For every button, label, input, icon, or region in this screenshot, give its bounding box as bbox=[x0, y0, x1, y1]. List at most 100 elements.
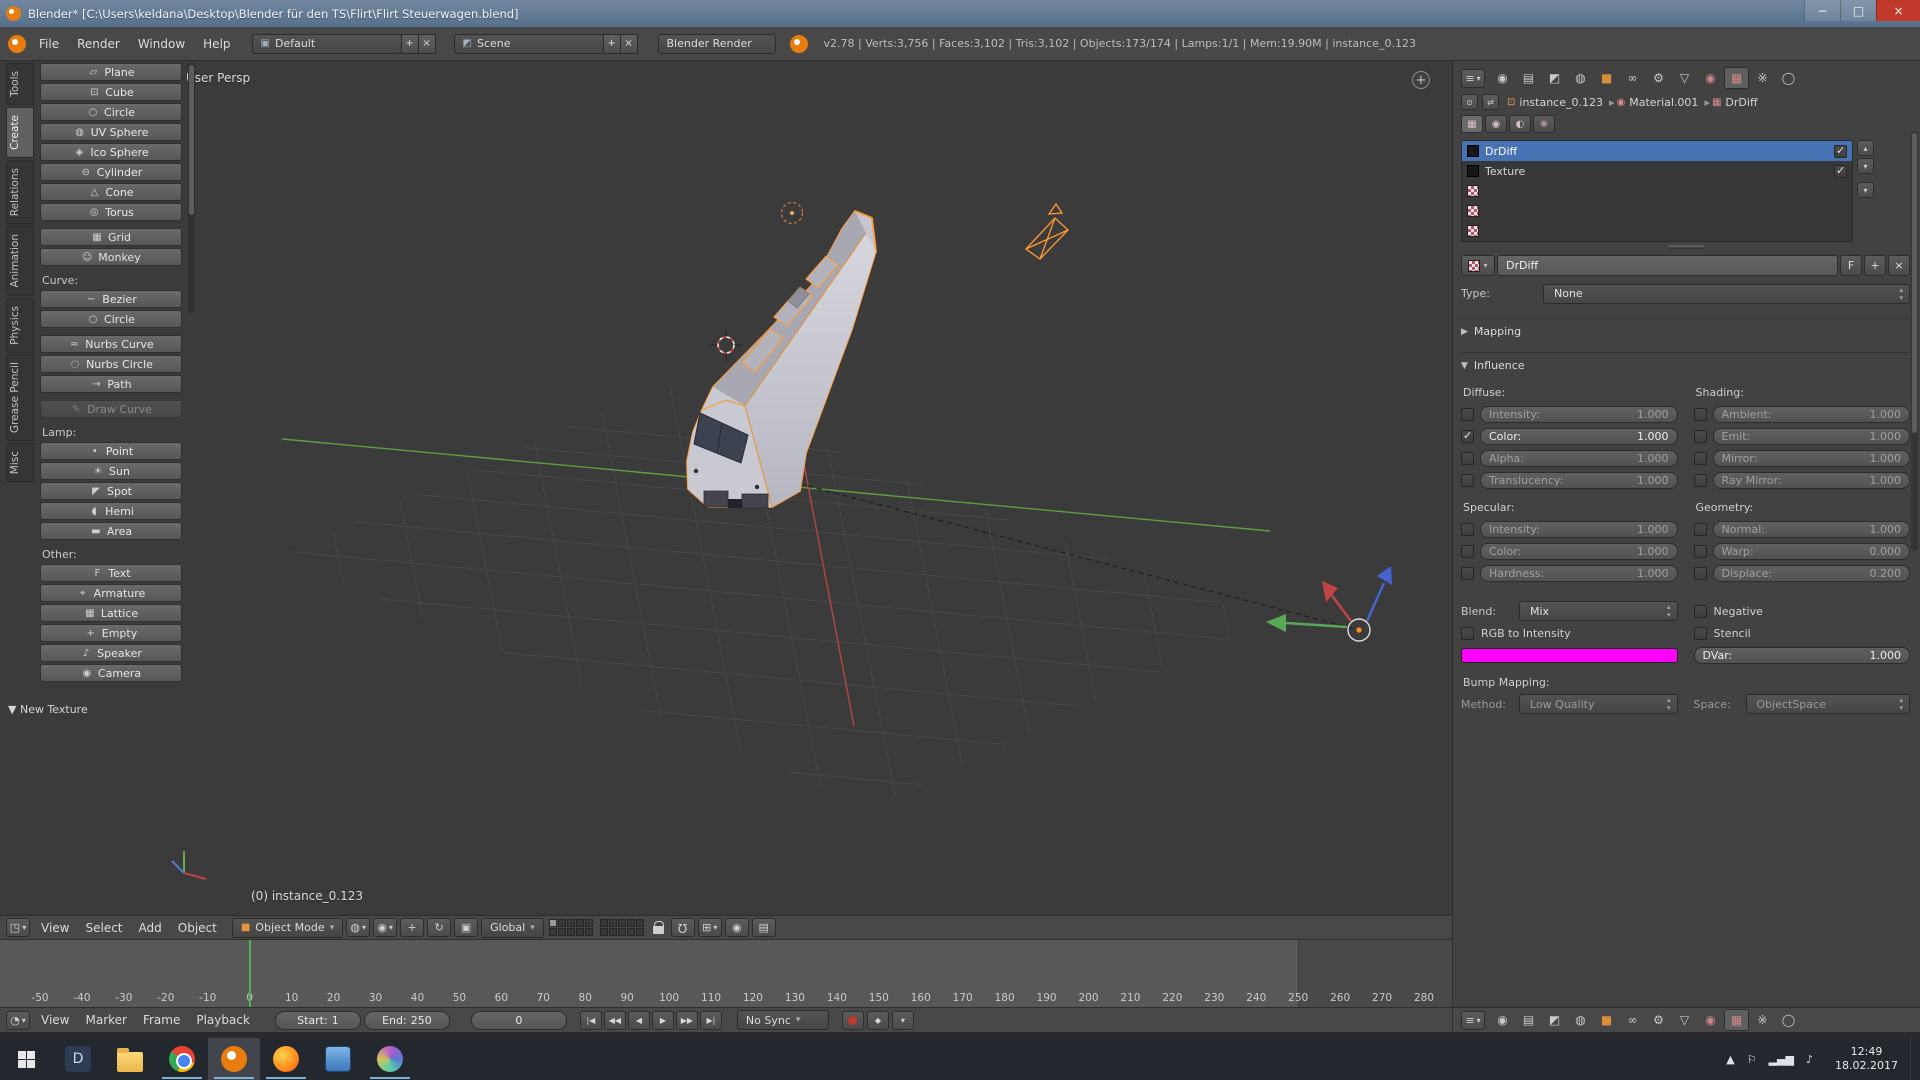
bump-space-dropdown[interactable]: ObjectSpace ▴▾ bbox=[1746, 694, 1911, 714]
camera-button[interactable]: ◉ Camera bbox=[40, 664, 182, 682]
influence-checkbox[interactable] bbox=[1694, 474, 1707, 487]
armature-button[interactable]: ⌖ Armature bbox=[40, 584, 182, 602]
taskbar-firefox-icon[interactable] bbox=[260, 1038, 312, 1080]
influence-slider[interactable]: Translucency:1.000 bbox=[1480, 472, 1678, 489]
view-menu[interactable]: View bbox=[33, 1013, 77, 1027]
uv-sphere-button[interactable]: ◍ UV Sphere bbox=[40, 123, 182, 141]
tab-relations[interactable]: Relations bbox=[6, 160, 34, 224]
tab-grease-pencil[interactable]: Grease Pencil bbox=[6, 354, 34, 441]
tab-misc[interactable]: Misc bbox=[6, 443, 34, 482]
window-menu[interactable]: Window bbox=[129, 33, 194, 55]
texture-id-dropdown[interactable]: ▾ bbox=[1461, 255, 1495, 276]
material-tab[interactable]: ◉ bbox=[1698, 67, 1723, 89]
object-menu[interactable]: Object bbox=[170, 921, 225, 935]
region-expand-icon[interactable]: + bbox=[1412, 71, 1430, 89]
path-button[interactable]: → Path bbox=[40, 375, 182, 393]
jump-to-end-button[interactable]: ▶| bbox=[700, 1011, 722, 1030]
point-lamp-button[interactable]: • Point bbox=[40, 442, 182, 460]
help-menu[interactable]: Help bbox=[194, 33, 239, 55]
delete-layout-button[interactable]: × bbox=[418, 34, 436, 54]
current-frame-field[interactable]: 0 bbox=[471, 1011, 567, 1030]
snap-element-dropdown[interactable]: ⊞ ▾ bbox=[698, 918, 722, 937]
constraints-tab[interactable]: ∞ bbox=[1620, 1009, 1645, 1031]
data-tab[interactable]: ▽ bbox=[1672, 1009, 1697, 1031]
manipulator-translate-button[interactable]: + bbox=[400, 918, 424, 937]
bump-method-dropdown[interactable]: Low Quality ▴▾ bbox=[1519, 694, 1678, 714]
taskbar-clock[interactable]: 12:49 18.02.2017 bbox=[1823, 1045, 1910, 1073]
texture-name-field[interactable]: DrDiff bbox=[1497, 255, 1838, 276]
lattice-button[interactable]: ▦ Lattice bbox=[40, 604, 182, 622]
negative-toggle[interactable]: Negative bbox=[1694, 600, 1763, 622]
influence-checkbox[interactable] bbox=[1694, 452, 1707, 465]
tray-network-icon[interactable]: ▂▄▆ bbox=[1769, 1053, 1794, 1066]
texture-slot-empty-2[interactable] bbox=[1462, 201, 1852, 221]
minimize-button[interactable]: − bbox=[1804, 0, 1840, 21]
material-tab[interactable]: ◉ bbox=[1698, 1009, 1723, 1031]
influence-slider[interactable]: Emit:1.000 bbox=[1713, 428, 1911, 445]
taskbar-daemon-icon[interactable]: D bbox=[52, 1038, 104, 1080]
prev-keyframe-button[interactable]: ◀◀ bbox=[604, 1011, 626, 1030]
tray-expand-icon[interactable]: ▲ bbox=[1726, 1053, 1734, 1066]
texture-enable-checkbox[interactable] bbox=[1834, 145, 1847, 158]
keying-set-dropdown[interactable]: ▾ bbox=[892, 1011, 914, 1030]
nurbs-curve-button[interactable]: ≈ Nurbs Curve bbox=[40, 335, 182, 353]
editor-type-button[interactable]: ◳ ▾ bbox=[6, 918, 30, 937]
pivot-dropdown[interactable]: ◉ ▾ bbox=[373, 918, 397, 937]
text-button[interactable]: F Text bbox=[40, 564, 182, 582]
scene-dropdown[interactable]: ◩ Scene bbox=[454, 34, 604, 54]
plane-button[interactable]: ▱ Plane bbox=[40, 63, 182, 81]
scene-tab[interactable]: ◩ bbox=[1542, 67, 1567, 89]
rgb-to-intensity-checkbox[interactable] bbox=[1461, 627, 1474, 640]
influence-slider[interactable]: Intensity:1.000 bbox=[1480, 521, 1678, 538]
texture-context-lamp[interactable]: ◐ bbox=[1509, 115, 1531, 133]
influence-checkbox[interactable] bbox=[1461, 474, 1474, 487]
influence-slider[interactable]: Alpha:1.000 bbox=[1480, 450, 1678, 467]
keying-set-button[interactable]: ◆ bbox=[867, 1011, 889, 1030]
influence-slider[interactable]: Intensity:1.000 bbox=[1480, 406, 1678, 423]
cylinder-button[interactable]: ⊖ Cylinder bbox=[40, 163, 182, 181]
texture-slot-empty-3[interactable] bbox=[1462, 221, 1852, 241]
blend-dropdown[interactable]: Mix ▴▾ bbox=[1519, 601, 1678, 621]
maximize-button[interactable]: □ bbox=[1840, 0, 1876, 21]
hemi-lamp-button[interactable]: ◖ Hemi bbox=[40, 502, 182, 520]
texture-tab[interactable]: ▦ bbox=[1724, 1009, 1749, 1031]
taskbar-chrome-icon[interactable] bbox=[156, 1038, 208, 1080]
ico-sphere-button[interactable]: ◈ Ico Sphere bbox=[40, 143, 182, 161]
layers-widget[interactable] bbox=[549, 919, 593, 936]
render-tab[interactable]: ◉ bbox=[1490, 67, 1515, 89]
next-keyframe-button[interactable]: ▶▶ bbox=[676, 1011, 698, 1030]
texture-slot-empty-1[interactable] bbox=[1462, 181, 1852, 201]
new-texture-panel-header[interactable]: ▼ New Texture bbox=[8, 703, 88, 716]
slot-move-up-button[interactable]: ▴ bbox=[1857, 140, 1874, 156]
influence-slider[interactable]: Warp:0.000 bbox=[1713, 543, 1911, 560]
texture-context-other[interactable]: ※ bbox=[1533, 115, 1555, 133]
influence-checkbox[interactable] bbox=[1461, 430, 1474, 443]
show-desktop-button[interactable] bbox=[1910, 1038, 1920, 1080]
marker-menu[interactable]: Marker bbox=[77, 1013, 134, 1027]
start-frame-field[interactable]: Start:1 bbox=[275, 1011, 361, 1030]
delete-scene-button[interactable]: × bbox=[620, 34, 638, 54]
opengl-render-anim-button[interactable]: ▤ bbox=[752, 918, 776, 937]
layers-widget-2[interactable] bbox=[600, 919, 644, 936]
lock-icon[interactable] bbox=[653, 926, 664, 934]
influence-slider[interactable]: Displace:0.200 bbox=[1713, 565, 1911, 582]
render-menu[interactable]: Render bbox=[68, 33, 129, 55]
influence-checkbox[interactable] bbox=[1461, 545, 1474, 558]
stencil-toggle[interactable]: Stencil bbox=[1694, 622, 1911, 644]
select-menu[interactable]: Select bbox=[77, 921, 130, 935]
unlink-texture-button[interactable]: × bbox=[1888, 255, 1910, 276]
render-layers-tab[interactable]: ▤ bbox=[1516, 1009, 1541, 1031]
start-button[interactable] bbox=[0, 1038, 52, 1080]
data-tab[interactable]: ▽ bbox=[1672, 67, 1697, 89]
add-menu[interactable]: Add bbox=[131, 921, 170, 935]
physics-tab[interactable]: ◯ bbox=[1776, 67, 1801, 89]
opengl-render-button[interactable]: ◉ bbox=[725, 918, 749, 937]
render-engine-dropdown[interactable]: Blender Render bbox=[658, 34, 776, 54]
object-tab[interactable]: ■ bbox=[1594, 67, 1619, 89]
physics-tab[interactable]: ◯ bbox=[1776, 1009, 1801, 1031]
tray-volume-icon[interactable]: ♪ bbox=[1806, 1053, 1813, 1066]
influence-checkbox[interactable] bbox=[1694, 430, 1707, 443]
viewport-3d[interactable]: User Persp (0) instance_0.123 + ToolsCre… bbox=[0, 61, 1452, 939]
influence-checkbox[interactable] bbox=[1461, 452, 1474, 465]
texture-context-world[interactable]: ◉ bbox=[1485, 115, 1507, 133]
